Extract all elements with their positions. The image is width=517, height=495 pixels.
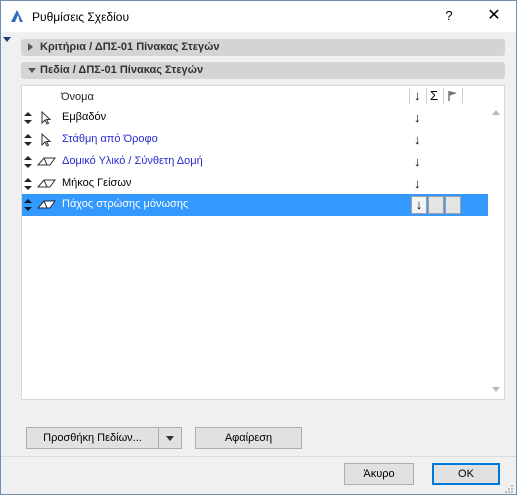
collapse-arrow-icon bbox=[28, 68, 36, 73]
ok-button[interactable]: OK bbox=[432, 463, 500, 485]
flag-toggle[interactable] bbox=[445, 196, 461, 214]
drag-handle-icon[interactable] bbox=[24, 178, 32, 190]
table-row[interactable]: Στάθμη από Όροφο ↓ bbox=[22, 129, 488, 151]
column-header-name[interactable]: Όνομα bbox=[61, 91, 94, 103]
flag-icon[interactable] bbox=[447, 90, 459, 102]
sum-toggle[interactable] bbox=[428, 196, 444, 214]
pointer-icon bbox=[41, 133, 52, 147]
table-row-selected[interactable]: Πάχος στρώσης μόνωσης ↓ bbox=[22, 194, 488, 216]
window-title: Ρυθμίσεις Σχεδίου bbox=[32, 10, 130, 24]
field-name: Μήκος Γείσων bbox=[62, 177, 132, 189]
table-row[interactable]: Εμβαδόν ↓ bbox=[22, 107, 488, 129]
scroll-down-icon[interactable] bbox=[492, 387, 500, 392]
column-divider bbox=[443, 88, 444, 104]
help-button[interactable]: ? bbox=[437, 5, 461, 27]
add-fields-dropdown[interactable] bbox=[158, 427, 182, 449]
add-fields-button[interactable]: Προσθήκη Πεδίων... bbox=[26, 427, 158, 449]
sort-indicator[interactable]: ↓ bbox=[414, 132, 421, 147]
sort-indicator[interactable]: ↓ bbox=[414, 110, 421, 125]
table-row[interactable]: Μήκος Γείσων ↓ bbox=[22, 173, 488, 195]
vertical-scrollbar[interactable] bbox=[488, 106, 504, 399]
drag-handle-icon[interactable] bbox=[24, 199, 32, 211]
expand-arrow-icon bbox=[28, 43, 33, 51]
drag-handle-icon[interactable] bbox=[24, 134, 32, 146]
archicad-logo-icon bbox=[11, 10, 23, 22]
footer-divider bbox=[1, 456, 516, 457]
resize-grip-icon[interactable] bbox=[504, 484, 514, 494]
roof-icon bbox=[37, 200, 56, 209]
close-button[interactable]: ✕ bbox=[481, 5, 507, 27]
column-divider bbox=[409, 88, 410, 104]
column-header-sort[interactable]: ↓ bbox=[414, 88, 421, 103]
list-header: Όνομα ↓ Σ bbox=[22, 86, 488, 106]
settings-dialog: Ρυθμίσεις Σχεδίου ? ✕ Κριτήρια / ΔΠΣ-01 … bbox=[0, 0, 517, 495]
field-name: Εμβαδόν bbox=[62, 111, 107, 123]
scroll-up-icon[interactable] bbox=[492, 110, 500, 115]
drag-handle-icon[interactable] bbox=[24, 156, 32, 168]
table-row[interactable]: Δομικό Υλικό / Σύνθετη Δομή ↓ bbox=[22, 151, 488, 173]
criteria-section-header[interactable]: Κριτήρια / ΔΠΣ-01 Πίνακας Στεγών bbox=[21, 39, 505, 56]
pin-icon[interactable] bbox=[3, 37, 11, 42]
pointer-icon bbox=[41, 111, 52, 125]
field-name: Στάθμη από Όροφο bbox=[62, 133, 158, 145]
drag-handle-icon[interactable] bbox=[24, 112, 32, 124]
criteria-section-label: Κριτήρια / ΔΠΣ-01 Πίνακας Στεγών bbox=[40, 41, 220, 53]
fields-section-label: Πεδία / ΔΠΣ-01 Πίνακας Στεγών bbox=[40, 64, 204, 76]
field-name: Πάχος στρώσης μόνωσης bbox=[62, 198, 189, 210]
roof-icon bbox=[37, 179, 56, 188]
field-name: Δομικό Υλικό / Σύνθετη Δομή bbox=[62, 155, 203, 167]
sort-indicator[interactable]: ↓ bbox=[414, 154, 421, 169]
sort-toggle[interactable]: ↓ bbox=[411, 196, 427, 214]
title-bar: Ρυθμίσεις Σχεδίου ? ✕ bbox=[1, 1, 516, 32]
sort-indicator[interactable]: ↓ bbox=[414, 176, 421, 191]
fields-list: Όνομα ↓ Σ Εμβαδόν ↓ Στάθμη από Όροφο ↓ Δ… bbox=[21, 85, 505, 400]
chevron-down-icon bbox=[166, 435, 174, 441]
roof-icon bbox=[37, 157, 56, 166]
fields-section-header[interactable]: Πεδία / ΔΠΣ-01 Πίνακας Στεγών bbox=[21, 62, 505, 79]
cancel-button[interactable]: Άκυρο bbox=[344, 463, 414, 485]
remove-button[interactable]: Αφαίρεση bbox=[195, 427, 302, 449]
column-divider bbox=[462, 88, 463, 104]
column-divider bbox=[426, 88, 427, 104]
column-header-sum[interactable]: Σ bbox=[430, 88, 438, 103]
